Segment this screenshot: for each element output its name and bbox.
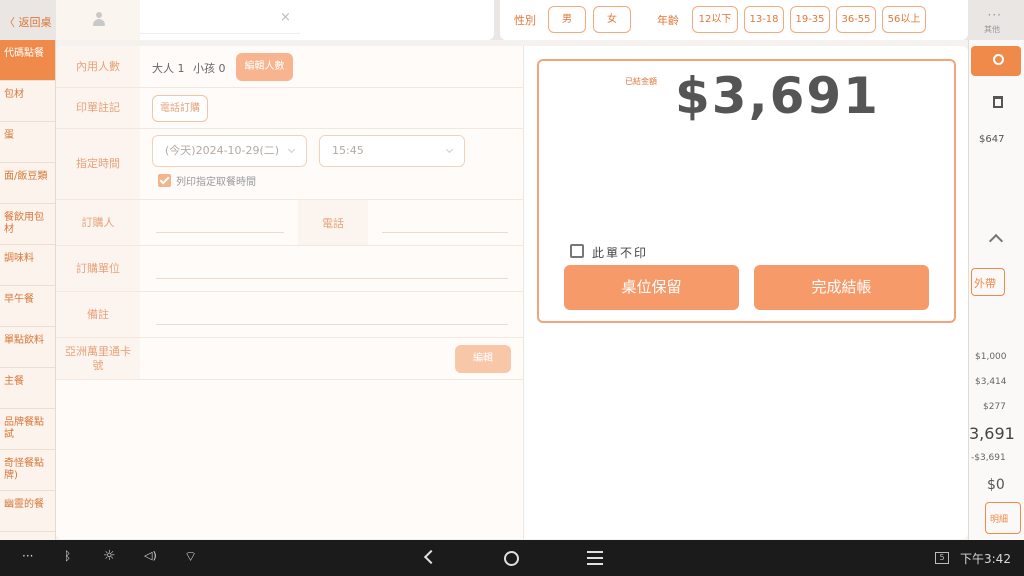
age-chip[interactable]: 36-55 bbox=[836, 6, 876, 33]
scheduled-time-row: 指定時間 (今天)2024-10-29(二) 15:45 列印指定取餐時間 bbox=[56, 129, 524, 200]
summary-amount: $1,000 bbox=[975, 352, 1007, 362]
detail-button[interactable]: 明細 bbox=[985, 502, 1021, 534]
category-item[interactable]: 面/飯豆類 bbox=[0, 163, 55, 204]
customer-search-bar: × bbox=[56, 0, 494, 40]
wifi-icon[interactable]: ⌔ bbox=[184, 548, 197, 566]
edit-card-button[interactable]: 編輯 bbox=[455, 345, 511, 373]
age-chip[interactable]: 12以下 bbox=[692, 6, 738, 33]
age-chip[interactable]: 13-18 bbox=[744, 6, 784, 33]
category-item[interactable]: 幽靈的餐 bbox=[0, 491, 55, 532]
asia-miles-label: 亞洲萬里通卡號 bbox=[56, 338, 140, 379]
clock: 下午3:42 bbox=[960, 552, 1011, 566]
print-pickup-time-checkbox[interactable] bbox=[158, 174, 171, 187]
chevron-down-icon bbox=[445, 145, 454, 154]
category-item[interactable]: 單點飲料 bbox=[0, 327, 55, 368]
orderer-input[interactable] bbox=[156, 232, 284, 233]
chevron-down-icon bbox=[287, 145, 296, 154]
gender-label: 性別 bbox=[514, 14, 536, 27]
phone-input[interactable] bbox=[382, 232, 508, 233]
hold-table-button[interactable]: 桌位保留 bbox=[564, 265, 739, 310]
category-item[interactable]: 調味料 bbox=[0, 245, 55, 286]
search-button[interactable] bbox=[971, 46, 1021, 76]
remark-input[interactable] bbox=[156, 324, 508, 325]
volume-icon[interactable]: ◁) bbox=[144, 549, 157, 562]
order-summary-panel: $647 外帶 $1,000 $3,414 $277 3,691 -$3,691… bbox=[968, 40, 1024, 540]
phone-order-button[interactable]: 電話訂購 bbox=[152, 95, 208, 122]
age-label: 年齡 bbox=[657, 14, 679, 27]
scheduled-time-label: 指定時間 bbox=[56, 129, 140, 199]
gender-female-chip[interactable]: 女 bbox=[593, 6, 631, 33]
paid-amount-label: 已結金額 bbox=[625, 77, 657, 86]
age-chip[interactable]: 19-35 bbox=[790, 6, 830, 33]
print-note-row: 印單註記 電話訂購 bbox=[56, 88, 524, 129]
more-icon[interactable]: ··· bbox=[22, 549, 33, 563]
trash-icon[interactable] bbox=[993, 96, 1003, 108]
chevron-up-icon[interactable] bbox=[988, 233, 1004, 249]
category-item[interactable]: 品牌餐點試 bbox=[0, 409, 55, 450]
org-row: 訂購單位 bbox=[56, 246, 524, 292]
gender-male-chip[interactable]: 男 bbox=[548, 6, 586, 33]
brightness-icon[interactable]: ☼ bbox=[103, 548, 116, 564]
adults-count: 大人 1 bbox=[152, 62, 185, 75]
category-item[interactable]: 餐飲用包材 bbox=[0, 204, 55, 245]
takeout-button[interactable]: 外帶 bbox=[971, 268, 1005, 296]
orderer-label: 訂購人 bbox=[56, 200, 140, 245]
back-to-table-link[interactable]: 〈 返回桌 bbox=[4, 14, 52, 30]
category-item[interactable]: 主餐 bbox=[0, 368, 55, 409]
clear-icon[interactable]: × bbox=[280, 10, 291, 25]
dine-in-label: 內用人數 bbox=[56, 46, 140, 87]
recents-icon[interactable] bbox=[587, 551, 603, 565]
remark-row: 備註 bbox=[56, 292, 524, 338]
customer-search-input[interactable] bbox=[140, 6, 300, 34]
summary-negative-total: -$3,691 bbox=[971, 453, 1006, 463]
category-item[interactable]: 奇怪餐點牌) bbox=[0, 450, 55, 491]
category-item[interactable]: 早午餐 bbox=[0, 286, 55, 327]
system-navigation-bar: ··· ᛒ ☼ ◁) ⌔ 5 下午3:42 bbox=[0, 540, 1024, 576]
summary-total: 3,691 bbox=[969, 424, 1015, 443]
date-value: (今天)2024-10-29(二) bbox=[165, 144, 280, 157]
age-chip[interactable]: 56以上 bbox=[882, 6, 926, 33]
date-select[interactable]: (今天)2024-10-29(二) bbox=[152, 135, 307, 167]
order-info-form: 內用人數 大人 1 小孩 0 編輯人數 印單註記 電話訂購 指定時間 (今天)2… bbox=[56, 46, 524, 539]
customer-attributes-bar: 性別 男 女 年齡 12以下 13-18 19-35 36-55 56以上 bbox=[500, 0, 968, 40]
orderer-row: 訂購人 電話 bbox=[56, 200, 524, 246]
paid-amount: $3,691 bbox=[675, 67, 880, 125]
customer-avatar-cell bbox=[56, 0, 140, 40]
org-input[interactable] bbox=[156, 278, 508, 279]
summary-balance: $0 bbox=[987, 477, 1005, 493]
summary-amount: $277 bbox=[983, 402, 1006, 412]
edit-headcount-button[interactable]: 編輯人數 bbox=[236, 53, 293, 81]
print-note-label: 印單註記 bbox=[56, 88, 140, 128]
category-item[interactable]: 代碼點餐 bbox=[0, 40, 55, 81]
checkout-modal: 內用人數 大人 1 小孩 0 編輯人數 印單註記 電話訂購 指定時間 (今天)2… bbox=[56, 46, 968, 539]
phone-label: 電話 bbox=[298, 200, 368, 245]
dine-in-row: 內用人數 大人 1 小孩 0 編輯人數 bbox=[56, 46, 524, 88]
time-select[interactable]: 15:45 bbox=[319, 135, 465, 167]
item-price: $647 bbox=[979, 134, 1005, 145]
time-value: 15:45 bbox=[332, 144, 364, 157]
remark-label: 備註 bbox=[56, 292, 140, 337]
asia-miles-row: 亞洲萬里通卡號 編輯 bbox=[56, 338, 524, 380]
search-icon bbox=[993, 54, 1004, 65]
checkout-card: 已結金額 $3,691 此單不印 桌位保留 完成結帳 bbox=[537, 59, 956, 323]
org-label: 訂購單位 bbox=[56, 246, 140, 291]
category-sidebar: 代碼點餐 包材 蛋 面/飯豆類 餐飲用包材 調味料 早午餐 單點飲料 主餐 品牌… bbox=[0, 40, 56, 540]
bluetooth-icon[interactable]: ᛒ bbox=[64, 549, 71, 563]
person-icon bbox=[92, 12, 106, 26]
no-print-checkbox[interactable] bbox=[570, 244, 584, 258]
no-print-label: 此單不印 bbox=[592, 246, 649, 260]
kids-count: 小孩 0 bbox=[193, 62, 226, 75]
more-menu-label: 其他 bbox=[984, 25, 1000, 34]
summary-amount: $3,414 bbox=[975, 377, 1007, 387]
complete-checkout-button[interactable]: 完成結帳 bbox=[754, 265, 929, 310]
more-menu-icon[interactable]: ··· bbox=[988, 8, 1002, 22]
category-item[interactable]: 蛋 bbox=[0, 122, 55, 163]
print-pickup-time-label: 列印指定取餐時間 bbox=[176, 177, 256, 188]
category-item[interactable]: 包材 bbox=[0, 81, 55, 122]
back-icon[interactable] bbox=[423, 549, 439, 565]
notification-badge: 5 bbox=[935, 552, 949, 564]
home-icon[interactable] bbox=[504, 551, 519, 566]
